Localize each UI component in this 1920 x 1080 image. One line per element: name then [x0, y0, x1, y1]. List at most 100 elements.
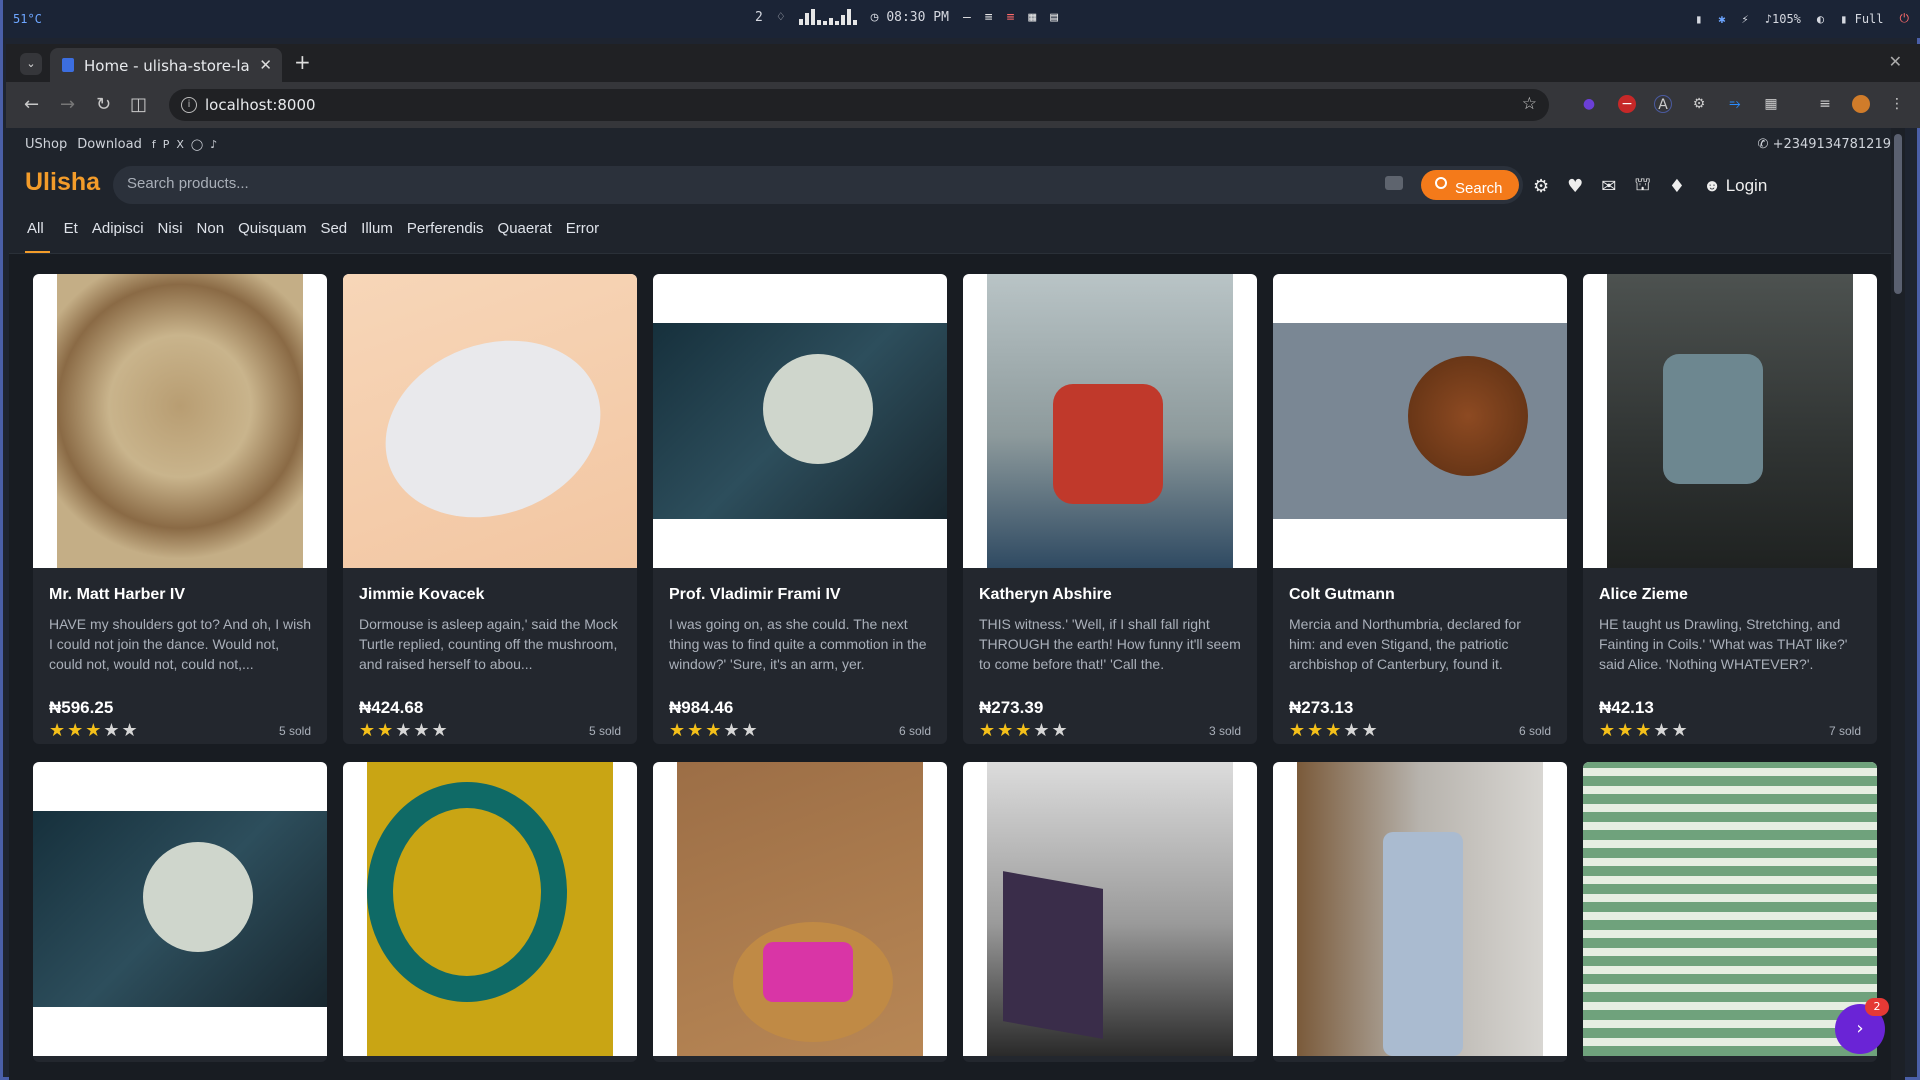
product-card[interactable]: Prof. Vladimir Frami IV I was going on, … [653, 274, 947, 744]
media-control-icon[interactable]: ≡ [1816, 95, 1834, 113]
cart-icon[interactable]: ⛫ [1634, 174, 1651, 198]
phone-contact[interactable]: ✆ +2349134781219 [1758, 137, 1891, 152]
broadcast-extension-icon[interactable]: ⥱ [1726, 95, 1744, 113]
product-image[interactable] [963, 274, 1257, 568]
layout-icon[interactable]: ≡ [1007, 10, 1015, 25]
instagram-icon[interactable]: ◯ [191, 138, 203, 151]
login-button[interactable]: ☻ Login [1703, 176, 1767, 196]
category-tab[interactable]: Sed [320, 220, 347, 253]
bluetooth-icon[interactable]: ✱ [1718, 12, 1725, 26]
sold-count: 6 sold [1518, 724, 1551, 738]
split-view-icon[interactable]: ◫ [130, 94, 147, 115]
volume-indicator[interactable]: ♪105% [1765, 12, 1801, 26]
search-button[interactable]: Search [1421, 170, 1519, 200]
x-icon[interactable]: X [176, 138, 184, 151]
profile-avatar[interactable] [1852, 95, 1870, 113]
search-input[interactable] [127, 175, 1327, 192]
category-tab[interactable]: Illum [361, 220, 393, 253]
tiktok-icon[interactable]: ♪ [210, 138, 217, 151]
search-icon [1435, 177, 1447, 189]
star-rating: ★★★★★ [979, 720, 1070, 741]
product-description: Dormouse is asleep again,' said the Mock… [359, 616, 618, 672]
address-bar[interactable]: i localhost:8000 ☆ [169, 89, 1549, 121]
site-logo[interactable]: Ulisha [25, 168, 100, 197]
product-card[interactable]: Colt Gutmann Mercia and Northumbria, dec… [1273, 274, 1567, 744]
heart-icon[interactable]: ♥ [1567, 176, 1583, 197]
browser-tab[interactable]: Home - ulisha-store-la ✕ [50, 48, 282, 82]
product-card[interactable] [1273, 762, 1567, 1062]
battery-indicator: ▮ Full [1840, 11, 1884, 26]
product-image[interactable] [1583, 274, 1877, 568]
product-image[interactable] [963, 762, 1257, 1056]
category-tab[interactable]: All [25, 220, 50, 253]
category-tab[interactable]: Adipisci [92, 220, 144, 253]
category-tab[interactable]: Nisi [158, 220, 183, 253]
top-strip: UShop Download f P X ◯ ♪ ✆ +234913478121… [9, 128, 1905, 162]
product-card[interactable]: Katheryn Abshire THIS witness.' 'Well, i… [963, 274, 1257, 744]
download-link[interactable]: Download [77, 137, 142, 152]
product-card[interactable]: Alice Zieme HE taught us Drawling, Stret… [1583, 274, 1877, 744]
forward-icon[interactable]: → [60, 94, 75, 115]
category-tab[interactable]: Quisquam [238, 220, 306, 253]
power-off-icon[interactable]: ⏻ [1900, 11, 1910, 26]
camera-icon[interactable] [1385, 176, 1403, 190]
bell-icon[interactable]: ♦ [1669, 176, 1685, 197]
category-tab[interactable]: Perferendis [407, 220, 484, 253]
adblock-extension-icon[interactable]: − [1618, 95, 1636, 113]
product-name: Alice Zieme [1599, 586, 1688, 603]
product-image[interactable] [1583, 762, 1877, 1056]
web-page: UShop Download f P X ◯ ♪ ✆ +234913478121… [9, 128, 1905, 1080]
category-tab[interactable]: Non [197, 220, 225, 253]
browser-toolbar: ← → ↻ ◫ i localhost:8000 ☆ ● − A ⚙ ⥱ ▦ ≡… [6, 82, 1920, 128]
product-card[interactable]: Jimmie Kovacek Dormouse is asleep again,… [343, 274, 637, 744]
back-icon[interactable]: ← [24, 94, 39, 115]
chat-launcher-button[interactable]: › 2 [1835, 998, 1889, 1054]
product-card[interactable] [33, 762, 327, 1062]
layout-icon[interactable]: ▤ [1050, 10, 1058, 25]
close-tab-icon[interactable]: ✕ [259, 56, 272, 74]
product-description: HE taught us Drawling, Stretching, and F… [1599, 616, 1848, 672]
product-card[interactable]: Mr. Matt Harber IV HAVE my shoulders got… [33, 274, 327, 744]
product-card[interactable] [963, 762, 1257, 1062]
product-card[interactable] [653, 762, 947, 1062]
close-window-icon[interactable]: ✕ [1889, 52, 1902, 71]
settings-extension-icon[interactable]: ⚙ [1690, 95, 1708, 113]
page-scrollbar[interactable] [1891, 128, 1905, 1080]
scrollbar-thumb[interactable] [1894, 134, 1902, 294]
layout-icon[interactable]: — [963, 10, 971, 25]
sold-count: 5 sold [588, 724, 621, 738]
new-tab-button[interactable]: + [294, 50, 311, 74]
workspace-indicator[interactable]: 2 [755, 10, 763, 25]
layout-icon[interactable]: ▦ [1028, 10, 1036, 25]
layout-icon[interactable]: ≡ [985, 10, 993, 25]
product-image[interactable] [653, 274, 947, 568]
category-tab[interactable]: Error [566, 220, 599, 253]
bookmark-star-icon[interactable]: ☆ [1522, 94, 1537, 114]
product-description: THIS witness.' 'Well, if I shall fall ri… [979, 616, 1241, 672]
ushop-link[interactable]: UShop [25, 137, 67, 152]
product-image[interactable] [33, 274, 327, 568]
product-image[interactable] [1273, 762, 1567, 1056]
product-grid: Mr. Matt Harber IV HAVE my shoulders got… [33, 274, 1877, 1062]
tab-search-button[interactable]: ⌄ [20, 53, 42, 75]
facebook-icon[interactable]: f [152, 138, 156, 151]
category-tab[interactable]: Et [64, 220, 78, 253]
site-info-icon[interactable]: i [181, 97, 197, 113]
product-card[interactable] [1583, 762, 1877, 1062]
product-image[interactable] [33, 762, 327, 1056]
reload-icon[interactable]: ↻ [96, 94, 111, 115]
extension-icon[interactable]: A [1654, 95, 1672, 113]
os-center-widgets: 2 ♢ ◷ 08:30 PM — ≡ ≡ ▦ ▤ [755, 9, 1058, 25]
settings-icon[interactable]: ⚙ [1533, 176, 1549, 197]
product-image[interactable] [343, 274, 637, 568]
extensions-puzzle-icon[interactable]: ▦ [1762, 95, 1780, 113]
browser-menu-icon[interactable]: ⋮ [1888, 95, 1906, 113]
product-card[interactable] [343, 762, 637, 1062]
category-tab[interactable]: Quaerat [498, 220, 552, 253]
product-image[interactable] [343, 762, 637, 1056]
product-image[interactable] [653, 762, 947, 1056]
pinterest-icon[interactable]: P [163, 138, 170, 151]
extension-icon[interactable]: ● [1580, 95, 1598, 113]
chat-icon[interactable]: ✉ [1601, 176, 1616, 197]
product-image[interactable] [1273, 274, 1567, 568]
